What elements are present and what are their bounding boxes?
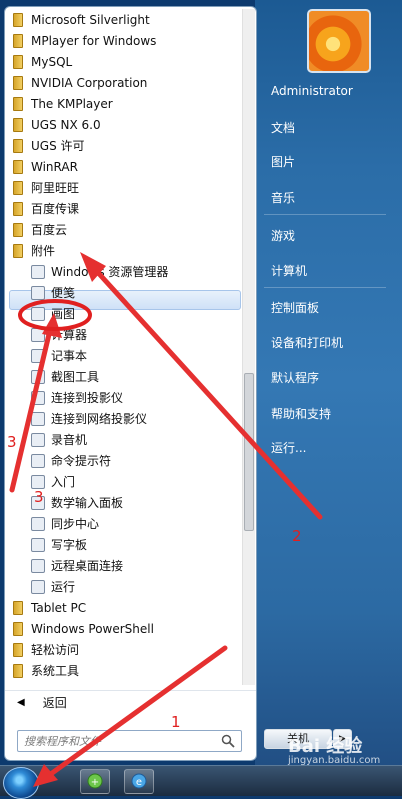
annotation-label-1: 1 [171,713,181,731]
annotation-label-3a: 3 [7,433,17,451]
annotation-arrows [9,252,323,787]
annotation-label-3b: 3 [34,488,44,506]
watermark-url: jingyan.baidu.com [288,755,381,766]
annotation-label-2: 2 [292,527,302,545]
